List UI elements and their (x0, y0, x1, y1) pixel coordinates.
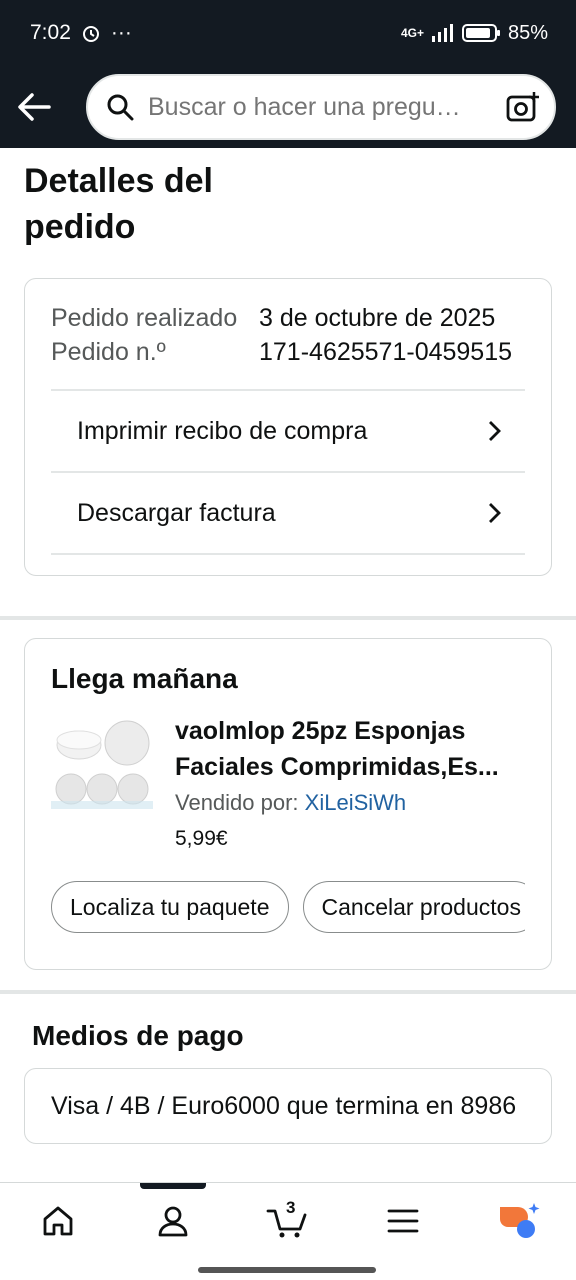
chevron-right-icon (489, 421, 501, 441)
order-info: Pedido realizado 3 de octubre de 2025 Pe… (51, 301, 525, 391)
battery-level: 85% (507, 21, 548, 44)
order-number-label: Pedido n.º (51, 338, 166, 366)
download-invoice-link[interactable]: Descargar factura (51, 473, 525, 555)
download-invoice-label: Descargar factura (77, 498, 276, 527)
search-bar[interactable] (86, 74, 556, 140)
product-price: 5,99€ (175, 827, 228, 850)
product-name[interactable]: vaolmlop 25pz Esponjas Faciales Comprimi… (175, 713, 515, 785)
alarm-icon (82, 26, 99, 42)
search-input[interactable] (148, 92, 506, 122)
system-home-indicator[interactable] (198, 1267, 376, 1273)
payment-card: Visa / 4B / Euro6000 que termina en 8986 (24, 1068, 552, 1144)
nav-menu[interactable] (373, 1196, 433, 1246)
network-type: 4G+ (400, 26, 424, 40)
print-receipt-label: Imprimir recibo de compra (77, 416, 368, 445)
nav-account[interactable] (143, 1196, 203, 1246)
nav-cart[interactable]: 3 (258, 1196, 318, 1246)
signal-icon (431, 24, 453, 42)
product-image[interactable] (51, 713, 153, 813)
track-package-button[interactable]: Localiza tu paquete (51, 881, 289, 933)
product-item[interactable]: vaolmlop 25pz Esponjas Faciales Comprimi… (51, 713, 525, 855)
nav-assistant[interactable] (488, 1196, 548, 1246)
order-date-value: 3 de octubre de 2025 (259, 304, 496, 332)
bottom-navigation: 3 (0, 1182, 576, 1280)
camera-search-icon[interactable] (506, 91, 540, 123)
cancel-items-button[interactable]: Cancelar productos (302, 881, 525, 933)
delivery-status: Llega mañana (51, 663, 238, 694)
battery-icon (461, 24, 500, 42)
section-divider (0, 616, 576, 620)
shipment-card: Llega mañana vaolmlop 25pz Esponjas Faci… (24, 638, 552, 970)
assistant-icon (500, 1203, 540, 1238)
shipment-actions: Localiza tu paquete Cancelar productos (51, 881, 525, 933)
page-title: Detalles del pedido (24, 162, 213, 246)
back-button[interactable] (16, 89, 52, 125)
seller-link[interactable]: XiLeiSiWh (305, 790, 406, 815)
chevron-right-icon (489, 503, 501, 523)
product-info: vaolmlop 25pz Esponjas Faciales Comprimi… (175, 713, 515, 855)
more-notifications-icon: ··· (110, 21, 132, 44)
order-summary-card: Pedido realizado 3 de octubre de 2025 Pe… (24, 278, 552, 576)
print-receipt-link[interactable]: Imprimir recibo de compra (51, 391, 525, 473)
search-icon (107, 94, 134, 121)
seller-info: Vendido por: XiLeiSiWh (175, 787, 515, 819)
active-tab-indicator (140, 1183, 206, 1189)
status-bar: 7:02 ··· 4G+ 85% (0, 0, 576, 66)
order-number-value: 171-4625571-0459515 (259, 338, 513, 366)
order-date-label: Pedido realizado (51, 304, 238, 332)
sold-by-label: Vendido por: (175, 790, 299, 815)
home-icon (43, 1206, 72, 1236)
status-time: 7:02 (30, 21, 71, 44)
main-content: Detalles del pedido Pedido realizado 3 d… (0, 148, 576, 1182)
top-header (0, 66, 576, 148)
nav-home[interactable] (28, 1196, 88, 1246)
back-arrow-icon (18, 93, 51, 121)
account-icon (158, 1206, 188, 1237)
cart-count: 3 (285, 1198, 296, 1217)
payment-method: Visa / 4B / Euro6000 que termina en 8986 (51, 1092, 517, 1120)
menu-icon (387, 1209, 419, 1233)
payment-section-title: Medios de pago (32, 1020, 244, 1051)
